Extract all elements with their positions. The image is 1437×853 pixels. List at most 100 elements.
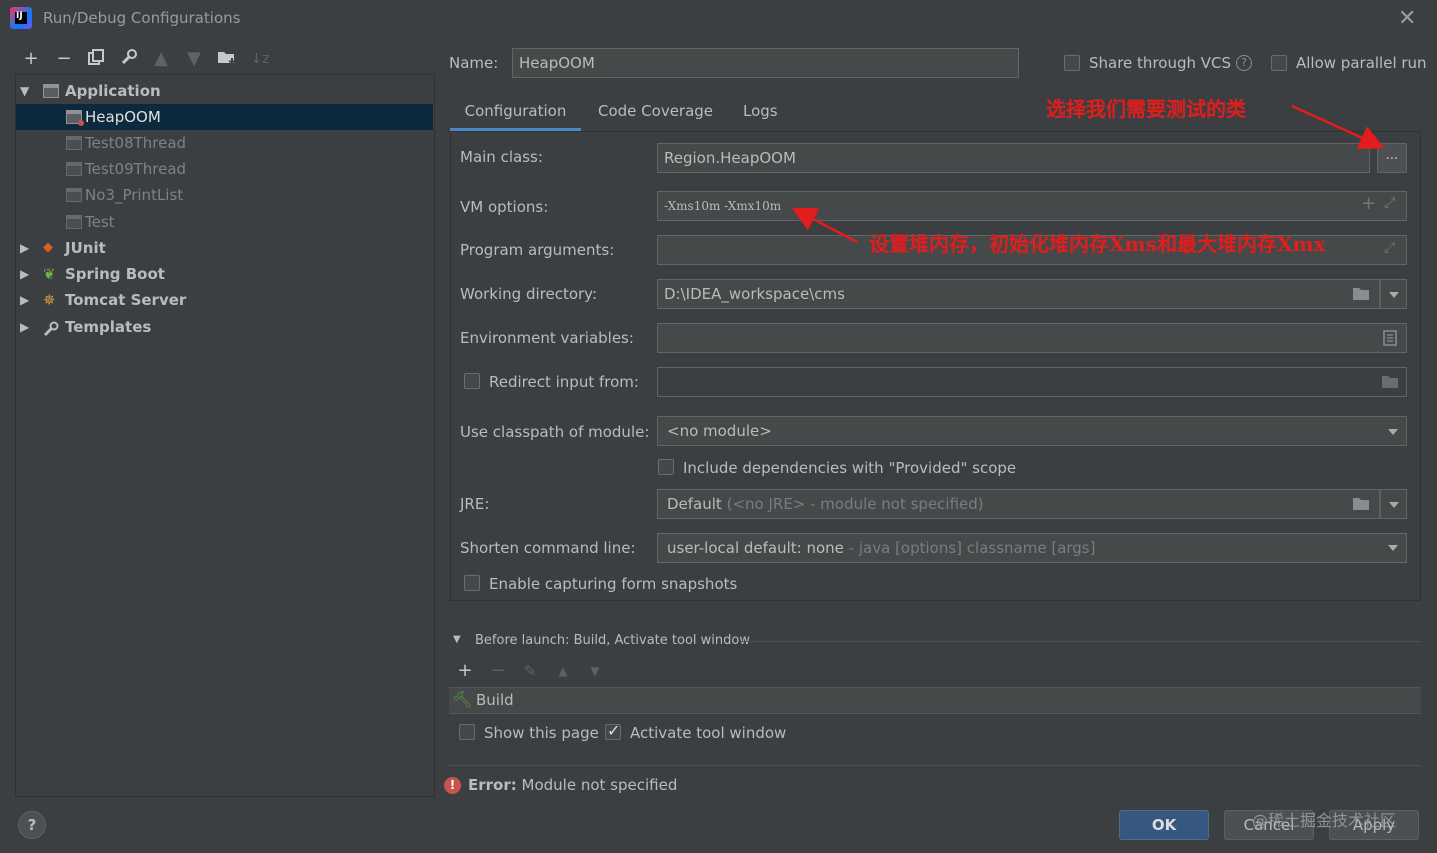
class-config-icon bbox=[66, 110, 84, 126]
tree-item-test09thread[interactable]: Test09Thread bbox=[16, 156, 433, 182]
name-label: Name: bbox=[449, 54, 499, 72]
application-icon bbox=[43, 84, 59, 98]
move-down-icon[interactable]: ▼ bbox=[183, 48, 205, 70]
ok-button[interactable]: OK bbox=[1119, 810, 1209, 840]
title-bar: IJ Run/Debug Configurations ✕ bbox=[0, 0, 1437, 38]
chevron-down-icon bbox=[1389, 502, 1399, 508]
tree-item-tomcat-server[interactable]: ▶ ✵ Tomcat Server bbox=[16, 287, 433, 313]
shorten-cmd-select[interactable]: user-local default: none - java [options… bbox=[657, 533, 1407, 563]
parallel-run-checkbox[interactable] bbox=[1271, 55, 1287, 71]
collapse-arrow-icon[interactable]: ▼ bbox=[453, 634, 461, 645]
folder-icon[interactable] bbox=[1352, 286, 1370, 305]
task-list[interactable]: 🔨︎ Build bbox=[449, 687, 1421, 714]
error-message: Error: Module not specified bbox=[468, 776, 677, 794]
chevron-right-icon[interactable]: ▶ bbox=[20, 287, 34, 313]
environment-variables-field[interactable] bbox=[657, 323, 1407, 353]
chevron-right-icon[interactable]: ▶ bbox=[20, 235, 34, 261]
chevron-right-icon[interactable]: ▶ bbox=[20, 261, 34, 287]
tree-item-templates[interactable]: ▶ Templates bbox=[16, 314, 433, 340]
name-field[interactable]: HeapOOM bbox=[512, 48, 1019, 78]
activate-window-checkbox[interactable] bbox=[605, 721, 621, 740]
new-folder-icon[interactable] bbox=[216, 48, 238, 70]
tab-code-coverage[interactable]: Code Coverage bbox=[598, 98, 713, 131]
tree-item-junit[interactable]: ▶ ◆ JUnit bbox=[16, 235, 433, 261]
share-vcs-checkbox[interactable] bbox=[1064, 55, 1080, 71]
working-directory-dropdown[interactable] bbox=[1380, 279, 1407, 309]
show-page-checkbox[interactable] bbox=[459, 724, 475, 740]
insert-macro-icon[interactable]: + bbox=[1361, 193, 1376, 214]
edit-env-icon[interactable] bbox=[1383, 330, 1397, 350]
remove-task-icon[interactable]: − bbox=[487, 660, 509, 682]
jre-field[interactable]: Default (<no JRE> - module not specified… bbox=[657, 489, 1380, 519]
class-config-icon bbox=[66, 215, 82, 229]
working-directory-field[interactable]: D:\IDEA_workspace\cms bbox=[657, 279, 1380, 309]
browse-class-button[interactable]: ... bbox=[1377, 143, 1407, 173]
remove-icon[interactable]: − bbox=[53, 48, 75, 70]
tree-item-heapoom[interactable]: HeapOOM bbox=[16, 104, 433, 130]
capture-snapshots-checkbox[interactable] bbox=[464, 575, 480, 591]
help-button[interactable]: ? bbox=[18, 811, 46, 839]
vm-options-field[interactable]: -Xms10m -Xmx10m bbox=[657, 191, 1407, 221]
help-icon[interactable]: ? bbox=[1236, 55, 1252, 71]
class-config-icon bbox=[66, 162, 82, 176]
classpath-module-select[interactable]: <no module> bbox=[657, 416, 1407, 446]
error-prefix: Error: bbox=[468, 776, 517, 794]
main-class-label: Main class: bbox=[460, 148, 543, 166]
tree-item-label: Spring Boot bbox=[65, 265, 165, 283]
tree-item-spring-boot[interactable]: ▶ ❦ Spring Boot bbox=[16, 261, 433, 287]
capture-snapshots-label: Enable capturing form snapshots bbox=[489, 575, 738, 593]
add-task-icon[interactable]: + bbox=[454, 660, 476, 682]
annotation-select-class: 选择我们需要测试的类 bbox=[1046, 97, 1246, 121]
vm-options-label: VM options: bbox=[460, 198, 549, 216]
chevron-down-icon bbox=[1388, 545, 1398, 551]
tree-item-test08thread[interactable]: Test08Thread bbox=[16, 130, 433, 156]
tree-item-label: JUnit bbox=[65, 239, 106, 257]
tree-item-label: Application bbox=[65, 82, 161, 100]
environment-variables-label: Environment variables: bbox=[460, 329, 634, 347]
redirect-input-field[interactable] bbox=[657, 367, 1407, 397]
folder-icon[interactable] bbox=[1352, 496, 1370, 515]
tree-item-application[interactable]: ▼ Application bbox=[16, 78, 433, 104]
redirect-input-label: Redirect input from: bbox=[489, 373, 639, 391]
folder-icon[interactable] bbox=[1381, 374, 1399, 393]
add-icon[interactable]: + bbox=[20, 48, 42, 70]
expand-icon[interactable]: ⤢ bbox=[1384, 240, 1395, 256]
tab-logs[interactable]: Logs bbox=[743, 98, 778, 131]
class-config-icon bbox=[66, 136, 82, 150]
sort-icon[interactable]: ↓z bbox=[249, 48, 271, 70]
configuration-tree[interactable]: ▼ Application HeapOOM Test08Thread Test0… bbox=[15, 74, 435, 797]
move-down-icon[interactable]: ▼ bbox=[584, 660, 606, 682]
intellij-app-icon: IJ bbox=[10, 7, 32, 29]
chevron-down-icon[interactable]: ▼ bbox=[20, 78, 34, 104]
spring-boot-icon: ❦ bbox=[43, 265, 56, 283]
window-title: Run/Debug Configurations bbox=[43, 9, 241, 27]
shorten-cmd-hint: - java [options] classname [args] bbox=[848, 539, 1096, 557]
expand-icon[interactable]: ⤢ bbox=[1384, 195, 1395, 211]
tomcat-icon: ✵ bbox=[43, 291, 56, 309]
class-config-icon bbox=[66, 188, 82, 202]
working-directory-label: Working directory: bbox=[460, 285, 598, 303]
redirect-input-checkbox[interactable] bbox=[464, 373, 480, 389]
tree-item-no3-printlist[interactable]: No3_PrintList bbox=[16, 182, 433, 208]
main-class-field[interactable]: Region.HeapOOM bbox=[657, 143, 1370, 173]
copy-icon[interactable] bbox=[85, 48, 107, 70]
program-arguments-label: Program arguments: bbox=[460, 241, 615, 259]
jre-value: Default bbox=[667, 495, 722, 513]
move-up-icon[interactable]: ▲ bbox=[150, 48, 172, 70]
chevron-right-icon[interactable]: ▶ bbox=[20, 314, 34, 340]
jre-dropdown[interactable] bbox=[1380, 489, 1407, 519]
tree-item-test[interactable]: Test bbox=[16, 209, 433, 235]
tree-item-label: Tomcat Server bbox=[65, 291, 187, 309]
wrench-icon[interactable] bbox=[118, 48, 140, 70]
chevron-down-icon bbox=[1388, 429, 1398, 435]
watermark: @稀土掘金技术社区 bbox=[1252, 811, 1397, 830]
wrench-icon bbox=[43, 319, 61, 345]
classpath-module-label: Use classpath of module: bbox=[460, 423, 650, 441]
include-provided-checkbox[interactable] bbox=[658, 459, 674, 475]
tab-configuration[interactable]: Configuration bbox=[450, 98, 581, 131]
edit-task-icon[interactable]: ✎ bbox=[519, 660, 541, 682]
build-task-label: Build bbox=[476, 691, 514, 709]
include-provided-label: Include dependencies with "Provided" sco… bbox=[683, 459, 1017, 477]
move-up-icon[interactable]: ▲ bbox=[552, 660, 574, 682]
close-icon[interactable]: ✕ bbox=[1398, 6, 1416, 31]
